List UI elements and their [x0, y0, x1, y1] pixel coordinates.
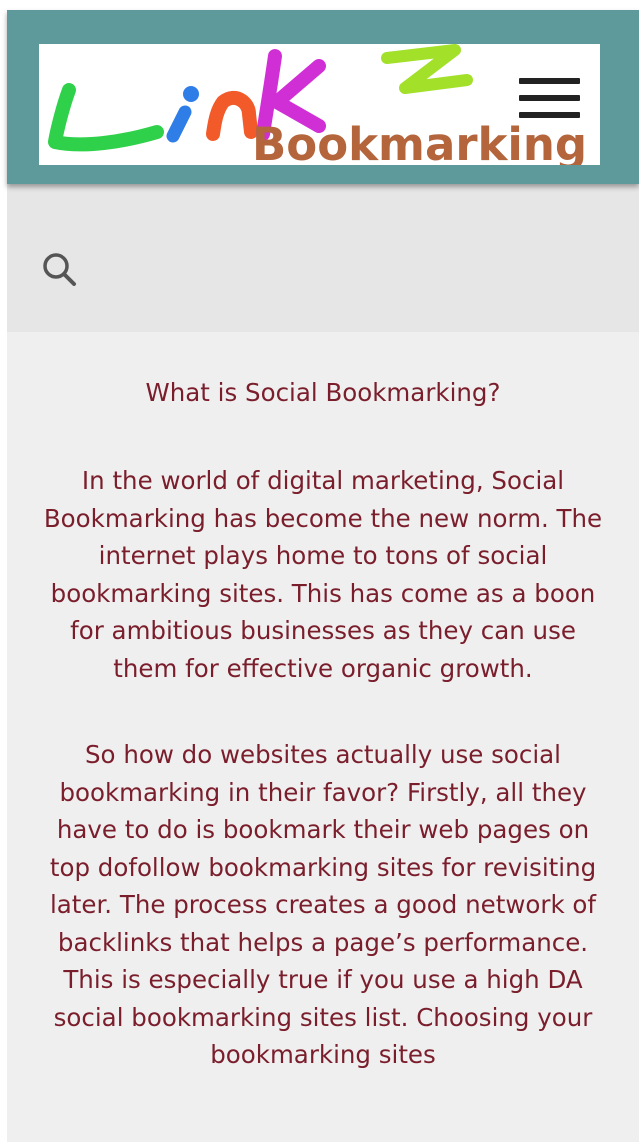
search-bar [7, 184, 639, 332]
page: Bookmarking What is Social Bookmarking? … [0, 0, 639, 1142]
article-heading: What is Social Bookmarking? [145, 378, 501, 407]
menu-bar [519, 95, 580, 101]
menu-bar [519, 78, 580, 84]
article-paragraph: In the world of digital marketing, Socia… [43, 466, 603, 683]
logo-tagline: Bookmarking [252, 118, 587, 165]
article-content: What is Social Bookmarking? In the world… [7, 332, 639, 1142]
hamburger-menu-icon[interactable] [519, 78, 580, 118]
site-header: Bookmarking [7, 10, 639, 184]
site-logo[interactable]: Bookmarking [39, 44, 600, 165]
search-icon[interactable] [40, 250, 80, 290]
article-paragraph: So how do websites actually use social b… [49, 740, 597, 1069]
menu-bar [519, 112, 580, 118]
logo-graphic: Bookmarking [48, 44, 587, 165]
